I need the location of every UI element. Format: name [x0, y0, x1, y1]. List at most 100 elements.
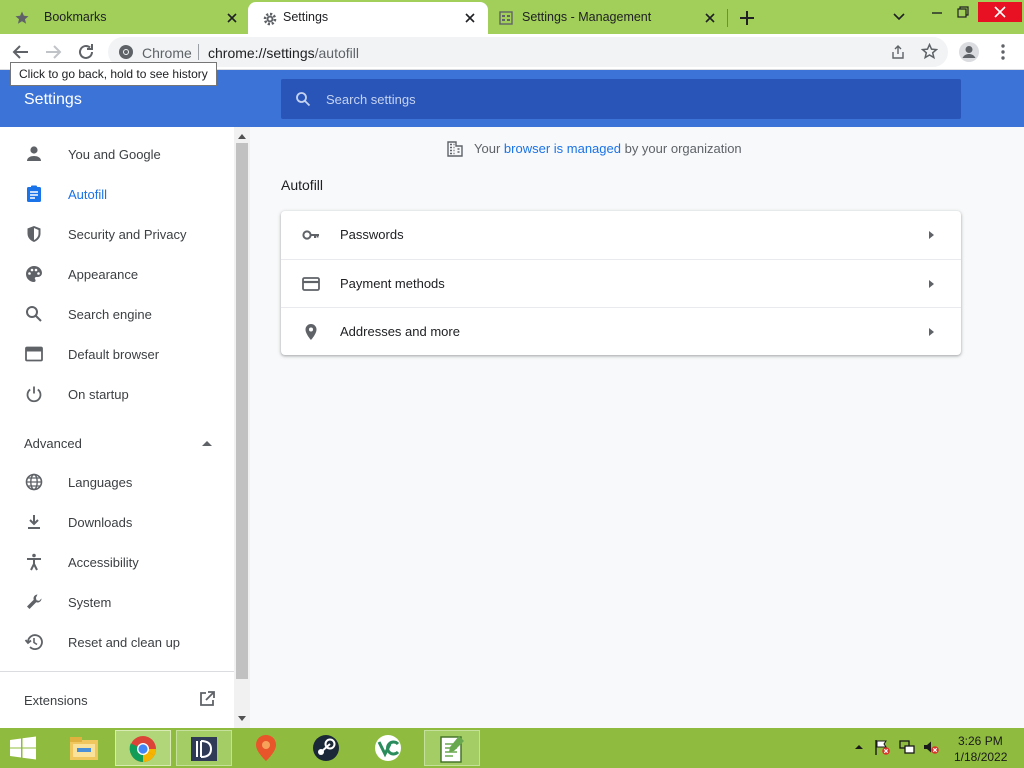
- managed-notice: Your browser is managed by your organiza…: [447, 141, 742, 157]
- sidebar-item-label: Reset and clean up: [68, 635, 181, 650]
- clock-date[interactable]: 1/18/2022: [954, 750, 1007, 764]
- site-label: Chrome: [142, 45, 192, 61]
- search-settings-field[interactable]: Search settings: [281, 79, 961, 119]
- back-button-tooltip: Click to go back, hold to see history: [10, 62, 217, 86]
- taskbar-app[interactable]: [176, 730, 232, 766]
- url-host: chrome://settings: [208, 45, 315, 61]
- settings-main: Your browser is managed by your organiza…: [250, 127, 1024, 728]
- managed-prefix: Your: [474, 141, 501, 156]
- sidebar-item-autofill[interactable]: Autofill: [0, 174, 232, 214]
- accessibility-icon: [27, 553, 41, 571]
- tab-search-chevron-icon[interactable]: [884, 6, 914, 28]
- sidebar-item-label: Accessibility: [68, 555, 139, 570]
- notepad-icon: [440, 736, 464, 763]
- sidebar-item-you-and-google[interactable]: You and Google: [0, 134, 232, 174]
- tab-separator: [727, 9, 728, 27]
- globe-icon: [25, 473, 43, 491]
- close-window-icon: [994, 6, 1006, 18]
- section-title: Autofill: [281, 177, 324, 193]
- sidebar-item-appearance[interactable]: Appearance: [0, 254, 232, 294]
- sidebar-item-on-startup[interactable]: On startup: [0, 374, 232, 414]
- sidebar-scrollbar-thumb[interactable]: [236, 143, 248, 679]
- managed-suffix: by your organization: [624, 141, 742, 156]
- sidebar-item-extensions[interactable]: Extensions: [24, 693, 88, 708]
- close-window-button[interactable]: [978, 2, 1022, 22]
- close-icon[interactable]: [224, 10, 240, 26]
- sidebar-item-languages[interactable]: Languages: [0, 462, 232, 502]
- steam-icon: [313, 735, 339, 761]
- tray-overflow-icon[interactable]: [850, 738, 868, 756]
- managed-link[interactable]: browser is managed: [504, 141, 621, 156]
- open-in-new-icon[interactable]: [198, 690, 216, 708]
- app-icon: [191, 737, 217, 761]
- sidebar-item-label: Languages: [68, 475, 133, 490]
- sidebar-item-label: Autofill: [68, 187, 108, 202]
- tab-bookmarks[interactable]: Bookmarks: [0, 1, 248, 34]
- tab-settings-management[interactable]: Settings - Management: [488, 1, 728, 34]
- taskbar-steam[interactable]: [298, 730, 354, 766]
- tray-flag-icon[interactable]: [873, 738, 891, 756]
- screen: Bookmarks Settings Settings - Management…: [0, 0, 1024, 768]
- taskbar-marker-app[interactable]: [238, 730, 294, 766]
- sidebar-item-accessibility[interactable]: Accessibility: [0, 542, 232, 582]
- sidebar-item-security-and-privacy[interactable]: Security and Privacy: [0, 214, 232, 254]
- share-icon[interactable]: [890, 44, 906, 60]
- close-icon[interactable]: [702, 10, 718, 26]
- search-placeholder: Search settings: [326, 92, 416, 107]
- page-title: Settings: [24, 91, 82, 108]
- taskbar-vc-app[interactable]: [360, 730, 416, 766]
- settings-sidebar: You and Google Autofill Security and Pri…: [0, 127, 250, 728]
- sidebar-item-label: Downloads: [68, 515, 133, 530]
- browser-icon: [25, 346, 43, 362]
- vc-app-icon: [375, 735, 401, 761]
- passwords-row[interactable]: Passwords: [281, 211, 961, 259]
- location-pin-icon: [305, 324, 317, 340]
- caret-up-icon[interactable]: [201, 438, 213, 448]
- taskbar-file-explorer[interactable]: [57, 730, 113, 766]
- forward-arrow-icon[interactable]: [42, 41, 64, 63]
- tab-settings[interactable]: Settings: [248, 2, 488, 34]
- tray-network-icon[interactable]: [898, 738, 916, 756]
- star-icon: [15, 11, 29, 24]
- sidebar-item-label: Default browser: [68, 347, 160, 362]
- taskbar-notepad[interactable]: [424, 730, 480, 766]
- sidebar-item-downloads[interactable]: Downloads: [0, 502, 232, 542]
- advanced-section-toggle[interactable]: Advanced: [24, 436, 82, 451]
- scroll-up-arrow-icon[interactable]: [237, 132, 247, 140]
- tray-volume-muted-icon[interactable]: [922, 738, 940, 756]
- shield-icon: [27, 226, 41, 242]
- back-arrow-icon[interactable]: [10, 41, 32, 63]
- url-path: /autofill: [314, 45, 359, 61]
- chrome-icon: [129, 736, 157, 763]
- url-text: chrome://settings/autofill: [208, 45, 359, 61]
- restore-window-icon[interactable]: [948, 2, 978, 22]
- profile-avatar-icon[interactable]: [958, 41, 980, 63]
- sidebar-item-reset-and-clean-up[interactable]: Reset and clean up: [0, 622, 232, 662]
- chrome-logo-icon: [119, 45, 133, 59]
- sidebar-item-label: System: [68, 595, 112, 610]
- arrow-right-icon: [929, 280, 934, 288]
- gear-icon: [263, 12, 277, 26]
- sidebar-item-label: Security and Privacy: [68, 227, 187, 242]
- sidebar-item-default-browser[interactable]: Default browser: [0, 334, 232, 374]
- bookmark-star-icon[interactable]: [921, 43, 938, 60]
- taskbar-chrome[interactable]: [115, 730, 171, 766]
- close-icon[interactable]: [462, 10, 478, 26]
- payment-methods-row[interactable]: Payment methods: [281, 259, 961, 307]
- more-menu-icon[interactable]: [992, 41, 1014, 63]
- row-label: Payment methods: [340, 276, 445, 291]
- address-bar[interactable]: Chrome chrome://settings/autofill: [108, 37, 948, 67]
- tab-title: Settings: [283, 10, 329, 24]
- sidebar-item-search-engine[interactable]: Search engine: [0, 294, 232, 334]
- sidebar-item-label: Appearance: [68, 267, 139, 282]
- addresses-row[interactable]: Addresses and more: [281, 307, 961, 355]
- reload-icon[interactable]: [75, 41, 97, 63]
- sidebar-item-system[interactable]: System: [0, 582, 232, 622]
- scroll-down-arrow-icon[interactable]: [237, 715, 247, 723]
- tab-title: Bookmarks: [44, 10, 107, 24]
- palette-icon: [26, 266, 42, 282]
- search-icon: [296, 92, 311, 107]
- clock-time[interactable]: 3:26 PM: [958, 734, 1003, 748]
- new-tab-plus-icon[interactable]: [738, 9, 756, 27]
- windows-start-icon[interactable]: [8, 736, 38, 760]
